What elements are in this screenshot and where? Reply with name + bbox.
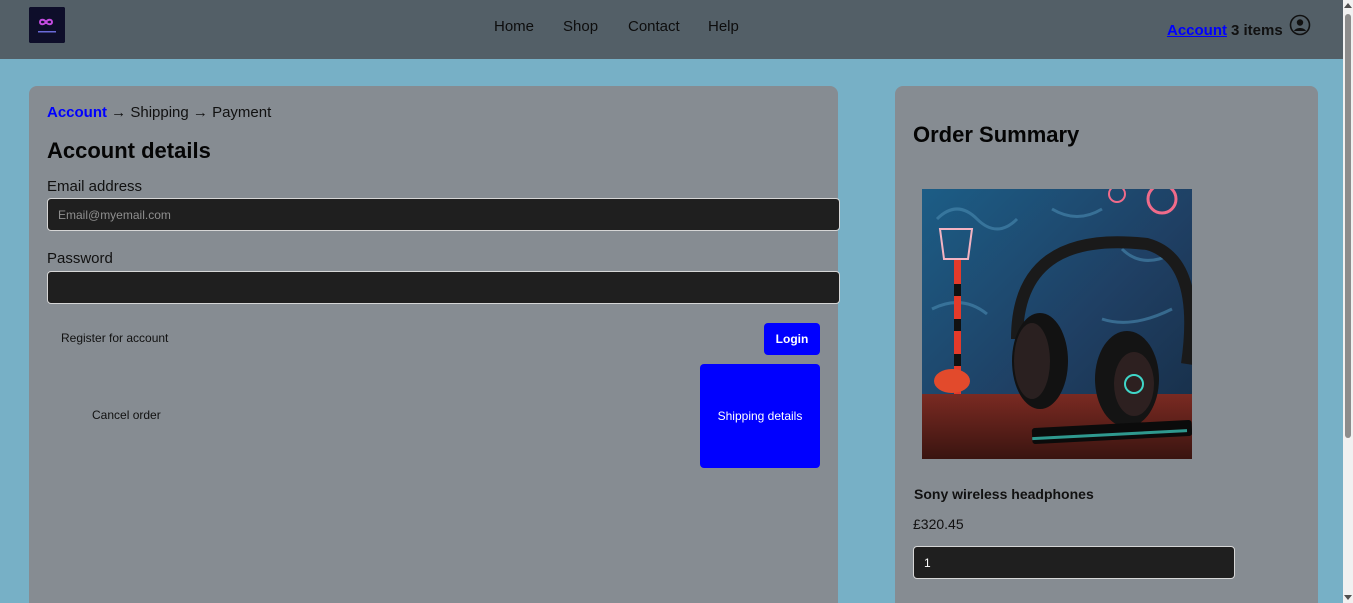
email-field[interactable]: [47, 198, 840, 231]
checkout-panel: Account → Shipping → Payment Account det…: [29, 86, 840, 603]
product-price: £320.45: [913, 516, 964, 532]
cancel-order-button[interactable]: Cancel order: [92, 408, 161, 422]
email-label: Email address: [47, 178, 143, 195]
scroll-down-icon[interactable]: [1344, 595, 1352, 600]
register-button[interactable]: Register for account: [61, 331, 168, 345]
breadcrumb-payment: Payment: [212, 104, 272, 121]
password-label: Password: [47, 250, 113, 267]
breadcrumb-arrow: →: [111, 104, 127, 121]
password-field[interactable]: [47, 271, 840, 304]
breadcrumb-account[interactable]: Account: [47, 104, 107, 121]
nav-contact[interactable]: Contact: [628, 18, 680, 35]
product-image: [922, 189, 1192, 459]
infinity-logo-icon[interactable]: [29, 7, 65, 43]
breadcrumb-shipping: Shipping: [130, 104, 189, 121]
breadcrumb-arrow: →: [192, 104, 208, 121]
nav-help[interactable]: Help: [708, 18, 739, 35]
product-name: Sony wireless headphones: [914, 486, 1094, 502]
account-link[interactable]: Account: [1167, 22, 1227, 39]
quantity-field[interactable]: [913, 546, 1235, 579]
cart-count: 3 items: [1231, 22, 1283, 39]
shipping-details-button[interactable]: Shipping details: [700, 364, 820, 468]
user-circle-icon[interactable]: [1289, 14, 1311, 36]
account-area: Account 3 items: [1167, 22, 1283, 39]
scroll-up-icon[interactable]: [1344, 3, 1352, 8]
nav-home[interactable]: Home: [494, 18, 534, 35]
page-title: Account details: [47, 138, 211, 163]
nav-shop[interactable]: Shop: [563, 18, 598, 35]
login-button[interactable]: Login: [764, 323, 820, 355]
page-scrollbar[interactable]: [1343, 0, 1353, 603]
scroll-thumb[interactable]: [1345, 14, 1351, 438]
summary-title: Order Summary: [913, 122, 1080, 147]
top-navbar: Home Shop Contact Help Account 3 items: [0, 0, 1343, 59]
breadcrumb: Account → Shipping → Payment: [47, 104, 271, 121]
order-summary-panel: Order Summary Sony wireless headphones £…: [895, 86, 1318, 603]
